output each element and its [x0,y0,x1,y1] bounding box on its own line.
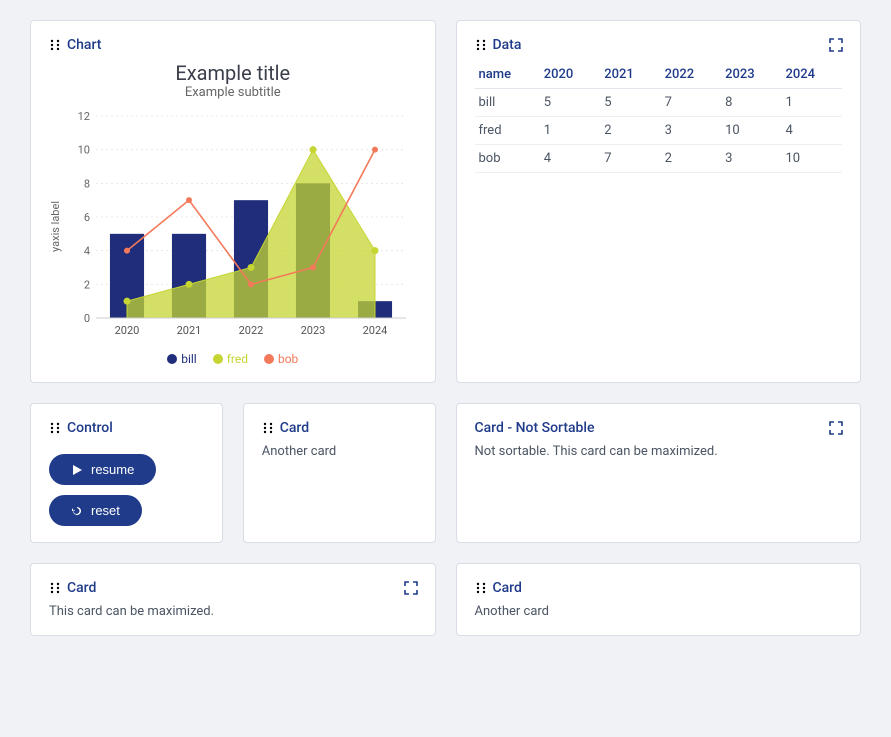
resume-button[interactable]: resume [49,454,156,485]
svg-text:12: 12 [78,110,90,123]
chart-card-title: Chart [67,37,101,53]
card-title: Card [67,580,96,596]
card-another-1: Card Another card [243,403,436,543]
table-cell: 5 [540,89,600,117]
table-header[interactable]: 2023 [721,61,781,89]
table-cell: 3 [721,145,781,173]
table-cell: 10 [782,145,843,173]
card-title: Card [280,420,309,436]
legend-label: fred [227,352,248,366]
svg-text:0: 0 [84,312,90,325]
svg-text:10: 10 [78,144,90,157]
card-maximize: Card This card can be maximized. [30,563,436,636]
table-row: bill55781 [475,89,843,117]
chart-ylabel: yaxis label [49,201,62,252]
drag-handle-icon[interactable] [49,582,61,594]
legend-item[interactable]: bill [167,352,197,366]
card-not-sortable: Card - Not Sortable Not sortable. This c… [456,403,862,543]
reset-button[interactable]: reset [49,495,142,526]
drag-handle-icon[interactable] [475,39,487,51]
legend-item[interactable]: fred [213,352,248,366]
legend-swatch [264,354,274,364]
drag-handle-icon[interactable] [475,582,487,594]
control-card: Control resume reset [30,403,223,543]
legend-label: bob [278,352,298,366]
svg-text:2: 2 [84,278,90,291]
table-header[interactable]: 2021 [600,61,660,89]
table-cell: 10 [721,117,781,145]
table-cell: bill [475,89,540,117]
card-body: This card can be maximized. [49,604,417,619]
svg-text:2020: 2020 [115,324,140,337]
table-header[interactable]: 2020 [540,61,600,89]
card-body: Another card [262,444,417,459]
table-cell: 1 [540,117,600,145]
table-cell: 7 [600,145,660,173]
resume-button-label: resume [91,462,134,477]
table-cell: 2 [600,117,660,145]
card-body: Another card [475,604,843,619]
drag-handle-icon[interactable] [49,39,61,51]
legend-label: bill [181,352,197,366]
card-body: Not sortable. This card can be maximized… [475,444,843,459]
svg-text:2023: 2023 [301,324,326,337]
table-cell: 4 [540,145,600,173]
chart-title: Example title [49,61,417,85]
drag-handle-icon[interactable] [49,422,61,434]
svg-text:2024: 2024 [363,324,388,337]
legend-item[interactable]: bob [264,352,298,366]
table-row: bob472310 [475,145,843,173]
play-icon [71,464,83,476]
reset-icon [71,505,83,517]
expand-icon[interactable] [401,578,421,598]
card-title: Card [493,580,522,596]
chart-card: Chart Example title Example subtitle yax… [30,20,436,383]
control-card-title: Control [67,420,113,436]
table-cell: 8 [721,89,781,117]
svg-text:6: 6 [84,211,90,224]
card-title: Card - Not Sortable [475,420,595,436]
svg-text:2022: 2022 [239,324,264,337]
table-cell: 3 [661,117,721,145]
table-row: fred123104 [475,117,843,145]
table-cell: 5 [600,89,660,117]
data-table: name20202021202220232024 bill55781fred12… [475,61,843,173]
table-cell: 1 [782,89,843,117]
expand-icon[interactable] [826,418,846,438]
legend-swatch [167,354,177,364]
expand-icon[interactable] [826,35,846,55]
legend-swatch [213,354,223,364]
chart-legend: bill fred bob [49,352,417,366]
table-header[interactable]: 2022 [661,61,721,89]
data-card-title: Data [493,37,522,53]
data-card: Data name20202021202220232024 bill55781f… [456,20,862,383]
drag-handle-icon[interactable] [262,422,274,434]
reset-button-label: reset [91,503,120,518]
chart-plot: 0 2 4 6 8 10 12 2020 2021 2022 2023 2024 [66,106,416,346]
table-cell: 7 [661,89,721,117]
table-cell: 4 [782,117,843,145]
svg-text:4: 4 [84,245,90,258]
card-another-2: Card Another card [456,563,862,636]
table-cell: bob [475,145,540,173]
table-cell: 2 [661,145,721,173]
svg-text:8: 8 [84,177,90,190]
table-header[interactable]: name [475,61,540,89]
chart-subtitle: Example subtitle [49,85,417,100]
table-header[interactable]: 2024 [782,61,843,89]
table-cell: fred [475,117,540,145]
svg-text:2021: 2021 [177,324,202,337]
